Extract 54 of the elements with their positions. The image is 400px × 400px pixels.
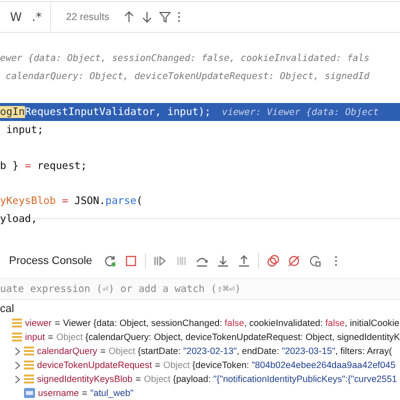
primitive-icon <box>24 388 35 398</box>
results-count: 22 results <box>66 12 110 22</box>
equals-sign: = <box>136 374 141 384</box>
variable-value: Object {startDate: "2023-02-13", endDate: "2023-03-15", filters: Array( <box>108 346 392 356</box>
variable-name: input <box>24 332 45 342</box>
object-icon <box>12 332 22 342</box>
variable-value: Object {deviceToken: "804b02e4ebee264daa9aa42ef045 <box>163 360 396 370</box>
variable-row[interactable]: viewer = Viewer {data: Object, sessionChanged: false, cookieInvalidated: false, initialCookie <box>0 316 400 330</box>
resume-icon[interactable] <box>153 254 168 268</box>
variable-name: viewer <box>25 318 52 328</box>
previous-arrow-icon[interactable] <box>123 11 136 23</box>
variable-value: Viewer {data: Object, sessionChanged: false, cookieInvalidated: false, initialCookie <box>62 318 400 328</box>
variable-value: Object {calendarQuery: Object, deviceTokenUpdateRequest: Object, signedIdentityK <box>56 332 400 342</box>
more-icon[interactable] <box>177 11 182 23</box>
code-line: ewer {data: Object, sessionChanged: false, cookieInvalidated: fals <box>0 52 370 66</box>
step-into-icon[interactable] <box>216 254 230 268</box>
code-line: yKeysBlob = JSON.parse( <box>0 194 144 210</box>
object-icon <box>24 346 34 356</box>
code-line: calendarQuery: Object, deviceTokenUpdateRequest: Object, signedId <box>4 70 370 84</box>
restart-frame-icon[interactable] <box>308 254 322 268</box>
next-arrow-icon[interactable] <box>141 11 154 23</box>
mute-breakpoints-icon[interactable] <box>287 254 302 268</box>
evaluate-field[interactable]: uate expression (⏎) or add a watch (⇧⌘⏎) <box>0 278 400 300</box>
variable-name: username <box>38 388 79 398</box>
variable-value: Object {payload: "{"notificationIdentityPublicKeys":{"curve2551 <box>144 374 397 384</box>
object-icon <box>12 318 22 328</box>
variable-row[interactable]: username = "atul_web" <box>0 386 400 400</box>
equals-sign: = <box>154 360 160 370</box>
filter-icon[interactable] <box>159 11 172 23</box>
breakpoints-icon[interactable] <box>266 254 280 268</box>
equals-sign: = <box>100 346 106 356</box>
code-line: b } = request; <box>0 158 88 174</box>
variable-value: "atul_web" <box>90 388 134 398</box>
variable-name: signedIdentityKeysBlob <box>37 374 133 384</box>
variable-name: calendarQuery <box>37 346 98 356</box>
step-out-icon[interactable] <box>237 254 252 268</box>
object-icon <box>24 374 34 384</box>
variable-row[interactable]: signedIdentityKeysBlob = Object {payload: "{"notificationIdentityPublicKeys":{"curve2551 <box>0 372 400 386</box>
equals-sign: = <box>82 388 88 398</box>
console-tab[interactable]: Process Console <box>9 255 92 267</box>
scope-label: cal <box>0 302 16 316</box>
variable-row[interactable]: calendarQuery = Object {startDate: "2023-02-13", endDate: "2023-03-15", filters: Array( <box>0 344 400 358</box>
variable-name: deviceTokenUpdateRequest <box>37 360 152 370</box>
equals-sign: = <box>48 332 54 342</box>
rerun-icon[interactable] <box>103 254 118 268</box>
object-icon <box>24 360 34 370</box>
code-line: yload, <box>0 212 38 228</box>
equals-sign: = <box>54 318 60 328</box>
code-line: input; <box>5 123 44 138</box>
search-option-toggle[interactable]: .* <box>32 10 42 24</box>
search-option-toggle[interactable]: W <box>10 10 22 24</box>
variable-row[interactable]: input = Object {calendarQuery: Object, deviceTokenUpdateRequest: Object, signedIdentityK <box>0 330 400 344</box>
variable-row[interactable]: deviceTokenUpdateRequest = Object {deviceToken: "804b02e4ebee264daa9aa42ef045 <box>0 358 400 372</box>
stop-icon[interactable] <box>124 254 138 268</box>
